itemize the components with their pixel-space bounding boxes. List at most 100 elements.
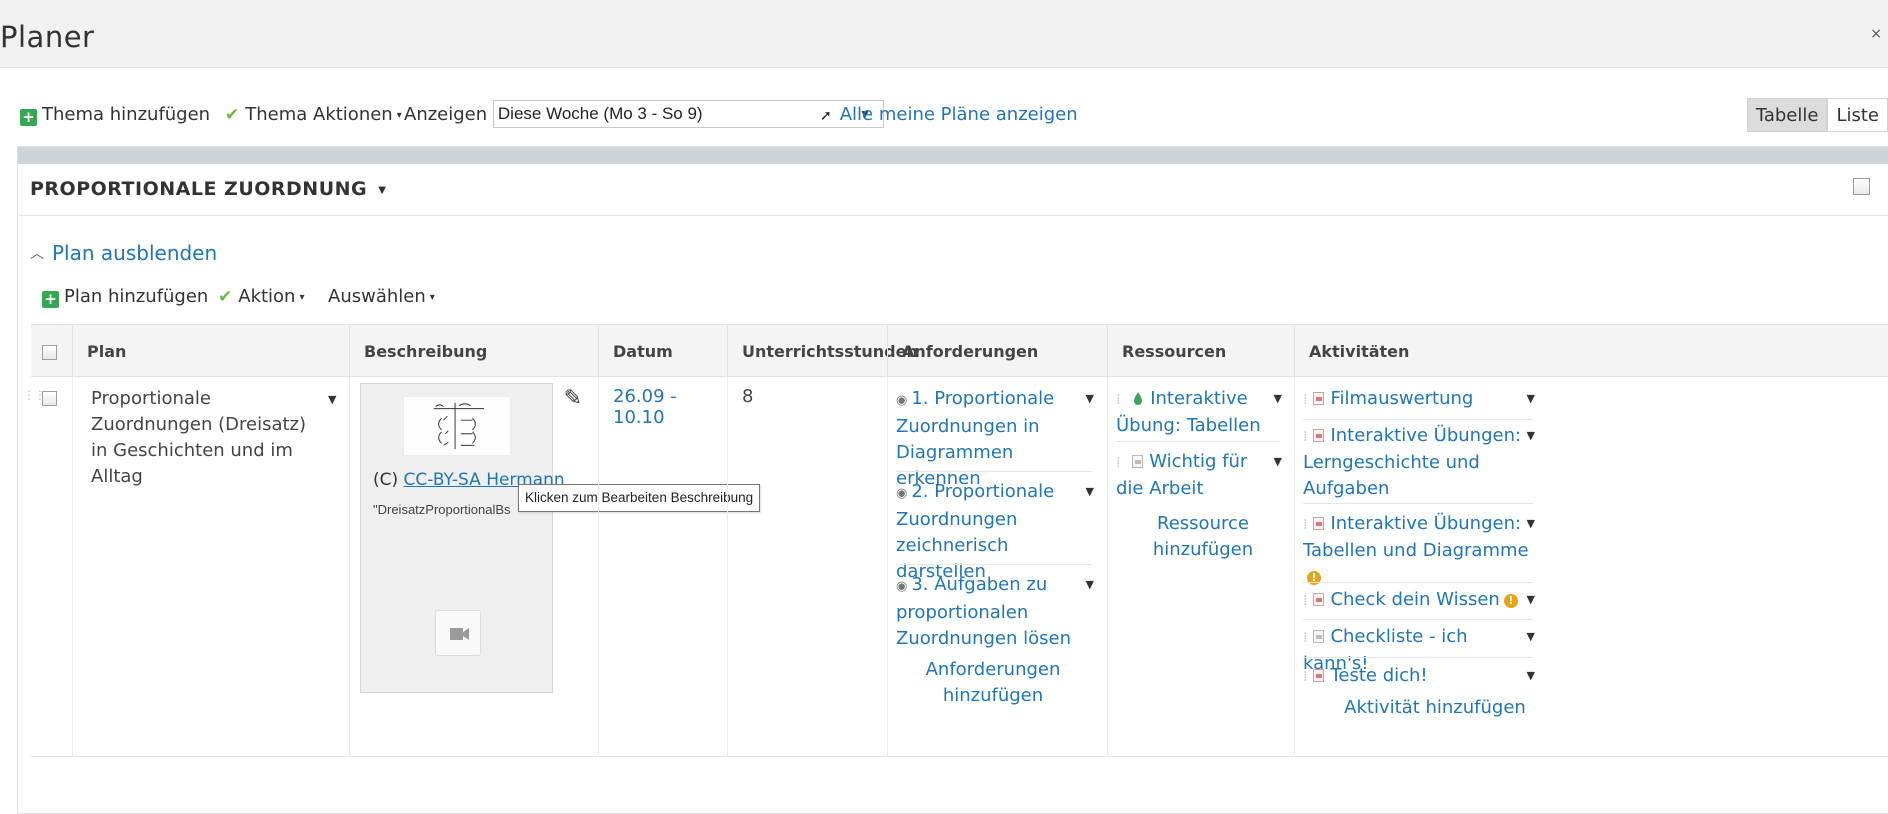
header-plan[interactable]: Plan (72, 325, 349, 378)
activity-item[interactable]: ⁞ Check dein Wissen! ▼ (1303, 587, 1535, 614)
header-activities[interactable]: Aktivitäten (1294, 325, 1888, 378)
caret-down-icon: ▾ (429, 292, 435, 303)
grip-icon[interactable]: ⁞ (1303, 424, 1307, 450)
add-topic-label: Thema hinzufügen (42, 104, 211, 125)
divider (1303, 657, 1533, 658)
caret-down-icon[interactable]: ▼ (1086, 386, 1094, 412)
file-icon (1313, 630, 1325, 643)
requirement-item[interactable]: ◉ 2. Proportionale Zuordnungen zeichneris… (896, 479, 1094, 585)
select-label: Auswählen (328, 286, 426, 307)
header-date[interactable]: Datum (598, 325, 727, 378)
grip-icon[interactable]: ⁞ (1303, 664, 1307, 690)
grip-icon[interactable]: ⁞ (1303, 512, 1307, 538)
row-checkbox[interactable] (42, 391, 57, 406)
edit-icon[interactable]: ✎ (564, 386, 582, 411)
caret-down-icon[interactable]: ▼ (1527, 663, 1535, 689)
requirement-item[interactable]: ◉ 3. Aufgaben zu proportionalen Zuordnung… (896, 572, 1094, 652)
view-table-button[interactable]: Tabelle (1746, 98, 1828, 132)
header-requirements[interactable]: Anforderungen (887, 325, 1107, 378)
plus-icon: + (42, 291, 59, 308)
caret-down-icon[interactable]: ▼ (1527, 386, 1535, 412)
caret-down-icon[interactable]: ▼ (1527, 624, 1535, 650)
grip-icon[interactable]: ⁞ (1303, 387, 1307, 413)
add-topic-button[interactable]: + Thema hinzufügen (20, 100, 210, 130)
caret-down-icon: ▾ (396, 110, 402, 121)
chevron-up-icon: ︿ (30, 246, 44, 262)
period-select-value: Diese Woche (Mo 3 - So 9) (497, 104, 703, 123)
header-description[interactable]: Beschreibung (349, 325, 598, 378)
requirements-cell: ◉ 1. Proportionale Zuordnungen in Diagram… (887, 377, 1107, 757)
grip-icon[interactable]: ⋮⋮ (23, 389, 46, 401)
view-toggle: Tabelle Liste (1746, 98, 1888, 132)
all-plans-link[interactable]: ➚ Alle meine Pläne anzeigen (820, 100, 1078, 130)
header-lessons[interactable]: Unterrichtsstunden (727, 325, 918, 378)
action-menu[interactable]: ✔ Aktion ▾ (218, 282, 305, 312)
activities-cell: ⁞ Filmauswertung ▼ ⁞ Interaktive Übungen: … (1294, 377, 1888, 757)
lessons-cell: 8 (727, 377, 887, 757)
row-select-cell: ⋮⋮ (23, 377, 72, 757)
topic-title[interactable]: PROPORTIONALE ZUORDNUNG ▼ (30, 178, 386, 200)
grip-icon[interactable]: ⁞ (1116, 450, 1120, 476)
caret-down-icon[interactable]: ▼ (328, 393, 336, 406)
file-icon (1132, 455, 1144, 468)
file-icon (1313, 593, 1325, 606)
add-resource-link[interactable]: Ressource hinzufügen (1128, 511, 1278, 563)
caret-down-icon[interactable]: ▼ (1086, 479, 1094, 505)
description-box[interactable]: ✎ (C) CC-BY-SA Hermann "DreisatzProporti… (360, 383, 582, 693)
add-requirements-link[interactable]: Anforderungen hinzufügen (918, 657, 1068, 709)
plan-cell: Proportionale Zuordnungen (Dreisatz) in … (72, 377, 349, 757)
topic-panel: PROPORTIONALE ZUORDNUNG ▼ ︿ Plan ausblend… (17, 146, 1888, 814)
divider (1303, 419, 1533, 420)
grip-icon[interactable]: ⁞ (1116, 387, 1120, 413)
description-cell: ✎ (C) CC-BY-SA Hermann "DreisatzProporti… (349, 377, 761, 757)
topic-actions-menu[interactable]: ✔ Thema Aktionen ▾ (225, 100, 402, 130)
caret-down-icon[interactable]: ▼ (1086, 572, 1094, 598)
caret-down-icon[interactable]: ▼ (1527, 423, 1535, 449)
activity-label: Filmauswertung (1330, 388, 1474, 409)
divider (1116, 441, 1280, 442)
activity-item[interactable]: ⁞ Interaktive Übungen: Tabellen und Diagr… (1303, 511, 1535, 590)
grip-icon[interactable]: ⁞ (1303, 588, 1307, 614)
all-plans-label: Alle meine Pläne anzeigen (839, 104, 1078, 125)
select-all-checkbox[interactable] (42, 345, 57, 360)
add-plan-button[interactable]: + Plan hinzufügen (42, 282, 208, 312)
topic-bar (18, 147, 1888, 164)
file-icon (1313, 392, 1325, 405)
table-row: ⋮⋮ Proportionale Zuordnungen (Dreisatz) … (23, 377, 1888, 757)
caret-down-icon[interactable]: ▼ (1274, 449, 1282, 475)
caret-down-icon[interactable]: ▼ (1527, 511, 1535, 537)
caret-down-icon[interactable]: ▼ (1274, 386, 1282, 412)
activity-label: Interaktive Übungen: Lerngeschichte und … (1303, 425, 1522, 499)
divider (1303, 582, 1533, 583)
topic-header: PROPORTIONALE ZUORDNUNG ▼ (18, 164, 1888, 216)
hide-plan-link[interactable]: ︿ Plan ausblenden (30, 241, 217, 265)
target-icon: ◉ (896, 579, 908, 594)
caret-down-icon: ▾ (299, 292, 305, 303)
resource-item[interactable]: ⁞ Wichtig für die Arbeit ▼ (1116, 449, 1282, 502)
target-icon: ◉ (896, 486, 908, 501)
check-icon: ✔ (218, 287, 233, 307)
topic-checkbox[interactable] (1853, 178, 1870, 195)
grip-icon[interactable]: ⁞ (1303, 625, 1307, 651)
credit-prefix: (C) (373, 470, 404, 490)
plan-date[interactable]: 26.09 - 10.10 (613, 386, 727, 428)
caret-down-icon[interactable]: ▼ (1527, 587, 1535, 613)
file-icon (1313, 429, 1325, 442)
requirement-item[interactable]: ◉ 1. Proportionale Zuordnungen in Diagram… (896, 386, 1094, 492)
activity-item[interactable]: ⁞ Filmauswertung ▼ (1303, 386, 1535, 413)
select-menu[interactable]: Auswählen ▾ (328, 282, 435, 312)
video-icon[interactable] (435, 610, 481, 656)
description-filename: "DreisatzProportionalBs (373, 502, 511, 517)
activity-item[interactable]: ⁞ Teste dich! ▼ (1303, 663, 1535, 690)
activity-label: Check dein Wissen (1330, 589, 1500, 610)
add-activity-link[interactable]: Aktivität hinzufügen (1335, 695, 1535, 721)
header-resources[interactable]: Ressourcen (1107, 325, 1294, 378)
plan-lessons[interactable]: 8 (742, 386, 753, 407)
view-list-button[interactable]: Liste (1827, 98, 1888, 132)
activity-item[interactable]: ⁞ Interaktive Übungen: Lerngeschichte und… (1303, 423, 1535, 502)
close-icon[interactable]: × (1870, 26, 1882, 42)
resource-item[interactable]: ⁞ Interaktive Übung: Tabellen ▼ (1116, 386, 1282, 439)
page-title: Planer (0, 20, 95, 54)
plan-name[interactable]: Proportionale Zuordnungen (Dreisatz) in … (91, 386, 311, 490)
add-plan-label: Plan hinzufügen (64, 286, 209, 307)
